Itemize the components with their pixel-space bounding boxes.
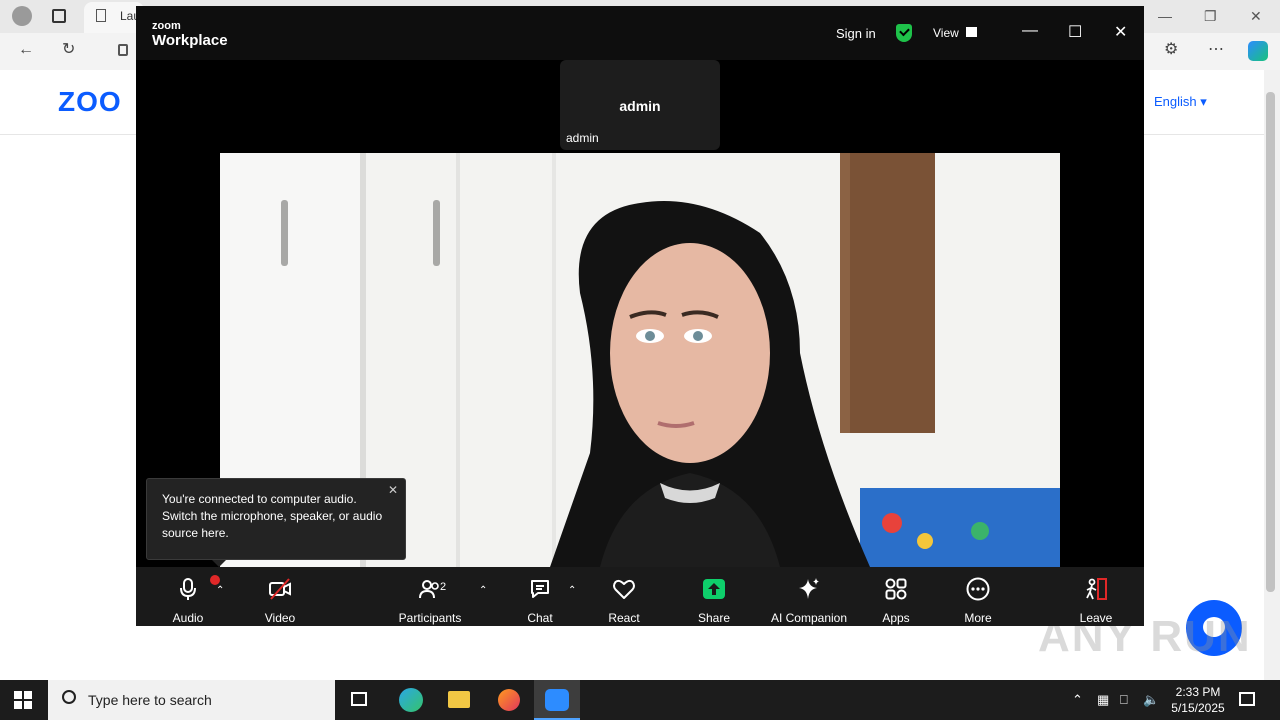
- notifications-icon[interactable]: [1239, 692, 1255, 706]
- participants-options-chevron-icon[interactable]: ⌃: [479, 585, 487, 596]
- task-view-icon[interactable]: [337, 680, 383, 720]
- clock-date: 5/15/2025: [1171, 701, 1225, 715]
- scrollbar-thumb[interactable]: [1266, 92, 1275, 592]
- system-clock[interactable]: 2:33 PM 5/15/2025: [1170, 684, 1226, 716]
- view-button[interactable]: View: [933, 26, 959, 40]
- language-selector[interactable]: English ▾: [1154, 94, 1207, 110]
- audio-connected-tooltip: You're connected to computer audio. Swit…: [146, 478, 406, 560]
- zoom-meeting-window: zoom Workplace Sign in View — ☐ ✕ admin …: [136, 6, 1144, 626]
- participant-label: admin: [566, 131, 599, 145]
- chat-button[interactable]: Chat: [510, 567, 570, 626]
- language-label: English: [1154, 94, 1197, 109]
- extensions-icon[interactable]: ⚙: [1164, 42, 1178, 58]
- chevron-down-icon: ▾: [1200, 94, 1207, 109]
- minimize-icon[interactable]: —: [1022, 22, 1038, 40]
- windows-start-icon[interactable]: [14, 691, 32, 709]
- chat-label: Chat: [527, 611, 553, 625]
- participants-icon: [419, 580, 439, 599]
- mic-status-badge: [210, 575, 220, 585]
- participants-label: Participants: [398, 611, 462, 625]
- react-button[interactable]: React: [594, 567, 654, 626]
- more-button[interactable]: More: [948, 567, 1008, 626]
- video-label: Video: [264, 611, 296, 625]
- leave-button[interactable]: Leave: [1066, 567, 1126, 626]
- network-icon[interactable]: ⎕: [1120, 692, 1128, 708]
- participants-button[interactable]: 2 Participants: [394, 567, 466, 626]
- show-hidden-icons-chevron-icon[interactable]: ⌃: [1072, 692, 1083, 708]
- sign-in-link[interactable]: Sign in: [836, 26, 876, 41]
- react-label: React: [608, 611, 640, 625]
- apps-label: Apps: [882, 611, 910, 625]
- file-explorer-icon[interactable]: [436, 680, 482, 720]
- maximize-icon[interactable]: ☐: [1068, 22, 1082, 42]
- clock-time: 2:33 PM: [1175, 685, 1221, 699]
- heart-icon: [613, 579, 635, 599]
- refresh-icon[interactable]: ↻: [62, 42, 75, 58]
- audio-label: Audio: [172, 611, 204, 625]
- more-icon: [966, 577, 990, 601]
- grid-icon: [966, 27, 977, 37]
- taskbar-search-box[interactable]: Type here to search: [48, 680, 335, 720]
- close-icon[interactable]: ✕: [1114, 22, 1127, 42]
- microphone-icon: [180, 578, 196, 600]
- tooltip-pointer: [212, 560, 226, 567]
- zoom-brand-small: zoom: [152, 20, 181, 32]
- search-placeholder: Type here to search: [88, 692, 212, 708]
- zoom-logo[interactable]: ZOO: [58, 86, 122, 118]
- edge-browser-icon[interactable]: [388, 680, 434, 720]
- apps-icon: [885, 578, 907, 600]
- close-icon[interactable]: ✕: [1250, 8, 1262, 25]
- meet-now-icon[interactable]: ▦: [1097, 692, 1109, 708]
- participant-tile[interactable]: admin admin: [560, 60, 720, 150]
- zoom-app-icon[interactable]: [534, 680, 580, 720]
- share-label: Share: [697, 611, 731, 625]
- minimize-icon[interactable]: —: [1158, 8, 1172, 24]
- leave-label: Leave: [1079, 611, 1113, 625]
- zoom-brand: Workplace: [152, 32, 228, 49]
- windows-taskbar: Type here to search ⌃ ▦ ⎕ 🔈 2:33 PM 5/15…: [0, 680, 1280, 720]
- zoom-title-bar: zoom Workplace Sign in View — ☐ ✕: [136, 6, 1144, 60]
- video-off-icon: [269, 578, 291, 600]
- audio-button[interactable]: Audio: [158, 567, 220, 626]
- tab-actions-icon[interactable]: [52, 9, 66, 23]
- leave-icon: [1086, 578, 1107, 600]
- page-icon: [96, 9, 106, 22]
- menu-icon[interactable]: ⋯: [1208, 42, 1224, 58]
- shield-icon[interactable]: [896, 24, 912, 42]
- participants-count: 2: [440, 581, 447, 593]
- apps-button[interactable]: Apps: [866, 567, 926, 626]
- tooltip-text: You're connected to computer audio. Swit…: [162, 492, 383, 540]
- close-icon[interactable]: ✕: [388, 483, 398, 497]
- more-label: More: [964, 611, 992, 625]
- profile-icon[interactable]: [12, 6, 32, 26]
- participant-name: admin: [619, 98, 661, 114]
- search-icon: [62, 690, 76, 704]
- video-button[interactable]: Video: [250, 567, 310, 626]
- copilot-icon[interactable]: [1248, 41, 1268, 61]
- chat-options-chevron-icon[interactable]: ⌃: [568, 585, 576, 596]
- ai-companion-label: AI Companion: [770, 611, 848, 625]
- ai-companion-button[interactable]: AI Companion: [766, 567, 852, 626]
- firefox-icon[interactable]: [486, 680, 532, 720]
- share-button[interactable]: Share: [684, 567, 744, 626]
- sparkle-icon: [799, 578, 819, 599]
- chat-icon: [531, 580, 549, 598]
- share-screen-icon: [703, 579, 725, 599]
- audio-options-chevron-icon[interactable]: ⌃: [216, 585, 224, 596]
- restore-icon[interactable]: ❐: [1204, 8, 1217, 25]
- back-icon[interactable]: ←: [18, 42, 34, 58]
- lock-icon: [118, 44, 128, 56]
- meeting-toolbar: Audio ⌃ Video 2 Participants ⌃ Chat ⌃ Re…: [136, 567, 1144, 626]
- volume-icon[interactable]: 🔈: [1143, 692, 1159, 708]
